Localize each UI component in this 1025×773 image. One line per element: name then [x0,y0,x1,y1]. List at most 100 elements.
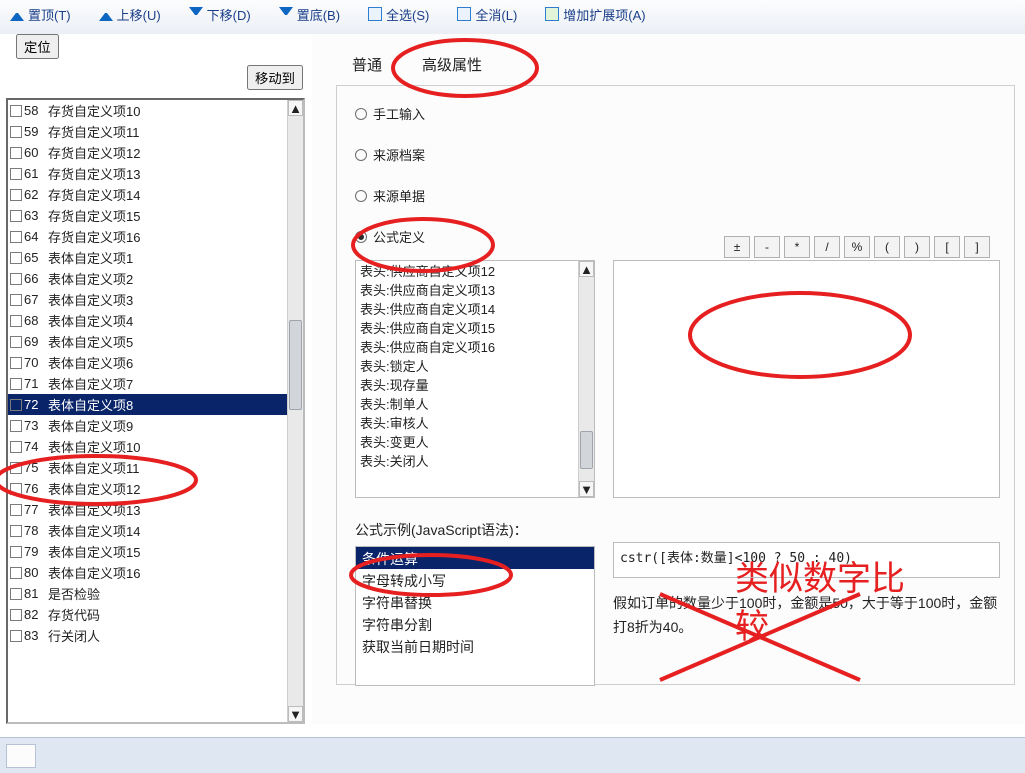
taskbar-window[interactable] [6,744,36,768]
list-item[interactable]: 60存货自定义项12 [8,142,287,163]
operator-button[interactable]: ± [724,236,750,258]
checkbox[interactable] [10,525,22,537]
example-row[interactable]: 获取当前日期时间 [356,635,594,657]
locate-button[interactable]: 定位 [16,34,59,59]
formula-textarea[interactable] [613,260,1000,498]
field-row[interactable]: 表头:现存量 [356,375,578,394]
operator-button[interactable]: [ [934,236,960,258]
checkbox[interactable] [10,357,22,369]
checkbox[interactable] [10,189,22,201]
field-row[interactable]: 表头:审核人 [356,413,578,432]
list-item[interactable]: 64存货自定义项16 [8,226,287,247]
select-none-button[interactable]: 全消(L) [457,5,517,24]
example-row[interactable]: 条件运算 [356,547,594,569]
list-item[interactable]: 58存货自定义项10 [8,100,287,121]
checkbox[interactable] [10,336,22,348]
checkbox[interactable] [10,546,22,558]
operator-button[interactable]: / [814,236,840,258]
operator-button[interactable]: ) [904,236,930,258]
checkbox[interactable] [10,294,22,306]
scroll-thumb[interactable] [289,320,302,410]
operator-button[interactable]: ] [964,236,990,258]
field-row[interactable]: 表头:锁定人 [356,356,578,375]
checkbox[interactable] [10,147,22,159]
list-item[interactable]: 81是否检验 [8,583,287,604]
checkbox[interactable] [10,231,22,243]
checkbox[interactable] [10,462,22,474]
checkbox[interactable] [10,420,22,432]
operator-button[interactable]: ( [874,236,900,258]
tab-advanced[interactable]: 高级属性 [416,50,488,79]
example-list[interactable]: 条件运算字母转成小写字符串替换字符串分割获取当前日期时间 [355,546,595,686]
list-item[interactable]: 72表体自定义项8 [8,394,287,415]
checkbox[interactable] [10,252,22,264]
scroll-down-icon[interactable]: ▼ [288,706,303,722]
checkbox[interactable] [10,315,22,327]
field-scrollbar[interactable]: ▲ ▼ [578,261,594,497]
checkbox[interactable] [10,504,22,516]
checkbox[interactable] [10,126,22,138]
checkbox[interactable] [10,567,22,579]
checkbox[interactable] [10,588,22,600]
field-row[interactable]: 表头:供应商自定义项16 [356,337,578,356]
source-field-list[interactable]: 表头:供应商自定义项12表头:供应商自定义项13表头:供应商自定义项14表头:供… [355,260,595,498]
list-item[interactable]: 66表体自定义项2 [8,268,287,289]
checkbox[interactable] [10,273,22,285]
up-button[interactable]: 上移(U) [99,5,161,24]
scroll-up-icon[interactable]: ▲ [579,261,594,277]
list-item[interactable]: 82存货代码 [8,604,287,625]
moveto-button[interactable]: 移动到 [247,65,303,90]
down-button[interactable]: 下移(D) [189,5,251,24]
operator-button[interactable]: - [754,236,780,258]
list-item[interactable]: 67表体自定义项3 [8,289,287,310]
tab-normal[interactable]: 普通 [346,50,388,79]
scroll-down-icon[interactable]: ▼ [579,481,594,497]
checkbox[interactable] [10,378,22,390]
list-item[interactable]: 62存货自定义项14 [8,184,287,205]
field-row[interactable]: 表头:供应商自定义项14 [356,299,578,318]
operator-button[interactable]: % [844,236,870,258]
scroll-thumb[interactable] [580,431,593,469]
left-scrollbar[interactable]: ▲ ▼ [287,100,303,722]
list-item[interactable]: 80表体自定义项16 [8,562,287,583]
radio-manual[interactable]: 手工输入 [355,104,1000,123]
list-item[interactable]: 73表体自定义项9 [8,415,287,436]
list-item[interactable]: 70表体自定义项6 [8,352,287,373]
list-item[interactable]: 65表体自定义项1 [8,247,287,268]
checkbox[interactable] [10,483,22,495]
list-item[interactable]: 76表体自定义项12 [8,478,287,499]
operator-button[interactable]: * [784,236,810,258]
field-listbox[interactable]: 58存货自定义项1059存货自定义项1160存货自定义项1261存货自定义项13… [6,98,305,724]
radio-bill[interactable]: 来源单据 [355,186,1000,205]
field-row[interactable]: 表头:供应商自定义项13 [356,280,578,299]
select-all-button[interactable]: 全选(S) [368,5,429,24]
field-row[interactable]: 表头:关闭人 [356,451,578,470]
list-item[interactable]: 71表体自定义项7 [8,373,287,394]
list-item[interactable]: 74表体自定义项10 [8,436,287,457]
checkbox[interactable] [10,168,22,180]
bottom-button[interactable]: 置底(B) [279,5,340,24]
field-row[interactable]: 表头:供应商自定义项12 [356,261,578,280]
list-item[interactable]: 77表体自定义项13 [8,499,287,520]
list-item[interactable]: 83行关闭人 [8,625,287,646]
example-row[interactable]: 字符串分割 [356,613,594,635]
checkbox[interactable] [10,105,22,117]
list-item[interactable]: 61存货自定义项13 [8,163,287,184]
list-item[interactable]: 69表体自定义项5 [8,331,287,352]
example-row[interactable]: 字母转成小写 [356,569,594,591]
checkbox[interactable] [10,441,22,453]
add-ext-button[interactable]: 增加扩展项(A) [545,5,645,24]
checkbox[interactable] [10,210,22,222]
list-item[interactable]: 68表体自定义项4 [8,310,287,331]
scroll-up-icon[interactable]: ▲ [288,100,303,116]
top-button[interactable]: 置顶(T) [10,5,71,24]
field-row[interactable]: 表头:供应商自定义项15 [356,318,578,337]
checkbox[interactable] [10,609,22,621]
example-row[interactable]: 字符串替换 [356,591,594,613]
list-item[interactable]: 79表体自定义项15 [8,541,287,562]
list-item[interactable]: 59存货自定义项11 [8,121,287,142]
checkbox[interactable] [10,630,22,642]
field-row[interactable]: 表头:变更人 [356,432,578,451]
field-row[interactable]: 表头:制单人 [356,394,578,413]
checkbox[interactable] [10,399,22,411]
